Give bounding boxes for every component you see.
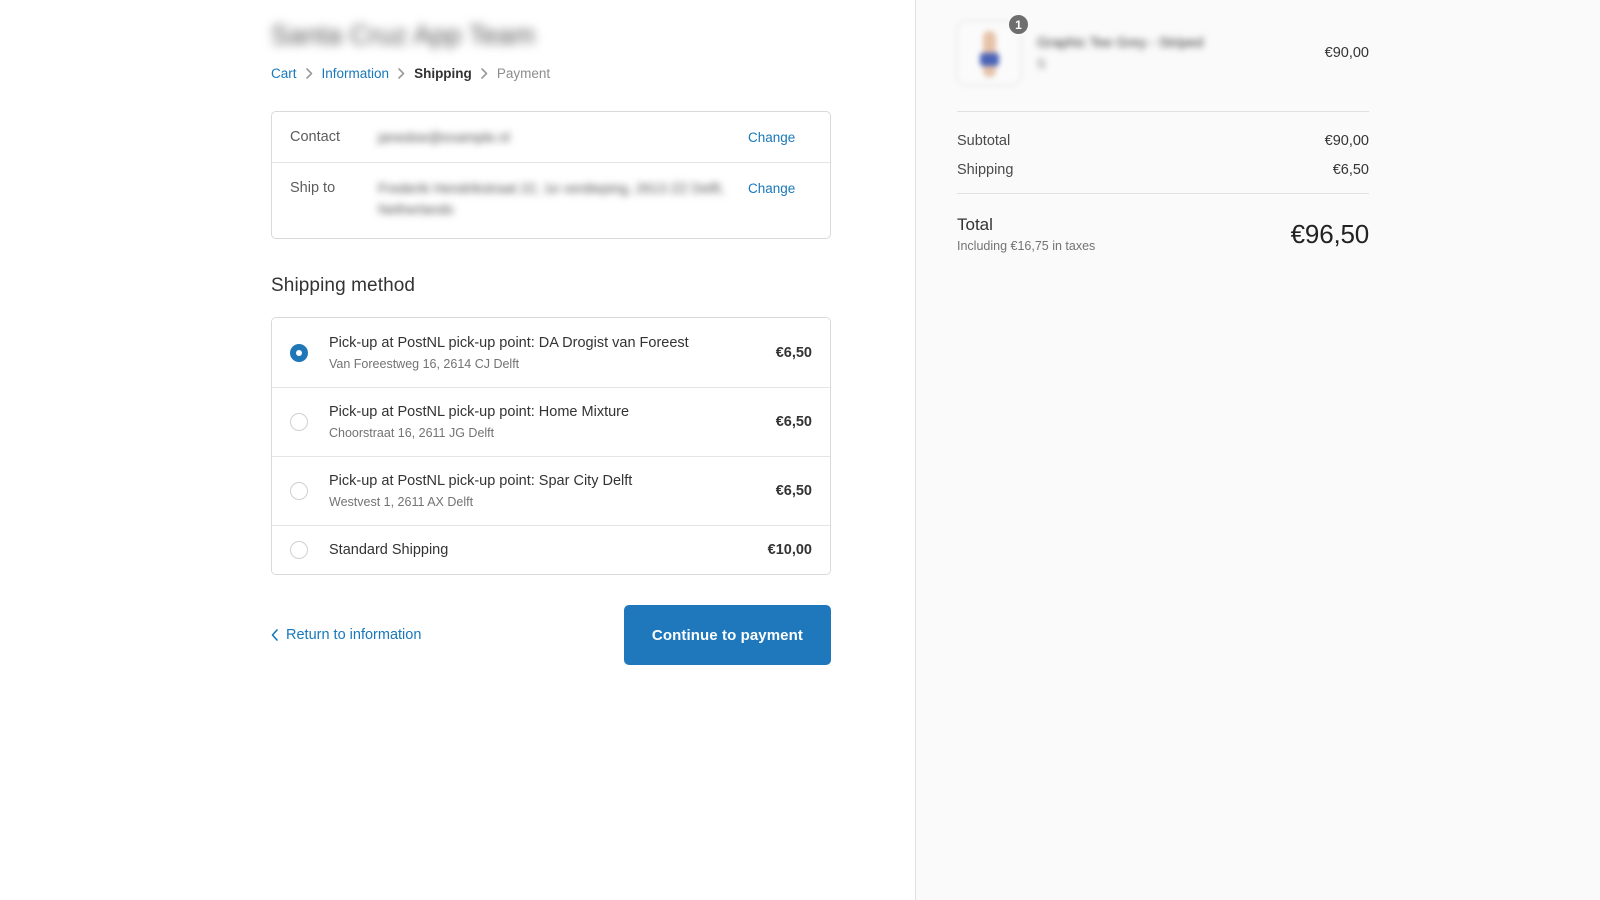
checkout-actions: Return to information Continue to paymen… <box>271 605 831 665</box>
subtotal-row: Subtotal €90,00 <box>957 133 1369 149</box>
order-summary-column: 1 Graphic Tee Grey - Striped S €90,00 Su… <box>915 0 1600 900</box>
shipping-option-name: Standard Shipping <box>329 542 449 558</box>
breadcrumb-information[interactable]: Information <box>322 66 390 81</box>
shipping-option-name: Pick-up at PostNL pick-up point: Spar Ci… <box>329 473 633 489</box>
radio-icon[interactable] <box>290 482 308 500</box>
shipping-option-name: Pick-up at PostNL pick-up point: Home Mi… <box>329 404 630 420</box>
subtotal-label: Subtotal <box>957 133 1011 149</box>
continue-to-payment-button[interactable]: Continue to payment <box>623 605 831 665</box>
product-name: Graphic Tee Grey - Striped <box>1037 34 1204 50</box>
grand-total-value: €96,50 <box>1290 219 1370 249</box>
contact-row: Contact janedoe@example.nl Change <box>272 112 830 162</box>
radio-icon[interactable] <box>290 413 308 431</box>
order-line-item: 1 Graphic Tee Grey - Striped S €90,00 <box>957 13 1369 111</box>
shipping-option-address: Westvest 1, 2611 AX Delft <box>329 495 474 509</box>
shipping-option-row[interactable]: Standard Shipping €10,00 <box>272 525 830 574</box>
order-review-box: Contact janedoe@example.nl Change Ship t… <box>271 111 831 239</box>
shipping-method-list: Pick-up at PostNL pick-up point: DA Drog… <box>271 317 831 575</box>
checkout-main-column: Santa Cruz App Team Cart Information Shi… <box>0 0 915 900</box>
chevron-left-icon <box>271 629 278 641</box>
breadcrumb: Cart Information Shipping Payment <box>271 63 831 83</box>
shipping-method-title: Shipping method <box>271 275 416 296</box>
shipping-total-row: Shipping €6,50 <box>957 162 1369 178</box>
ship-to-row: Ship to Frederik Hendrikstraat 22, 1e ve… <box>272 162 830 238</box>
subtotal-value: €90,00 <box>1324 133 1369 149</box>
grand-total-row: Total Including €16,75 in taxes €96,50 <box>957 194 1369 255</box>
shipping-option-row[interactable]: Pick-up at PostNL pick-up point: DA Drog… <box>272 318 830 387</box>
shipping-option-address: Van Foreestweg 16, 2614 CJ Delft <box>329 356 520 371</box>
ship-to-value: Frederik Hendrikstraat 22, 1e verdieping… <box>378 180 725 217</box>
breadcrumb-cart[interactable]: Cart <box>271 66 297 81</box>
shipping-total-label: Shipping <box>957 162 1014 178</box>
chevron-right-icon <box>481 67 488 79</box>
shipping-option-price: €6,50 <box>775 344 812 361</box>
grand-total-label: Total <box>957 215 993 234</box>
shipping-option-name: Pick-up at PostNL pick-up point: DA Drog… <box>329 334 689 351</box>
shipping-total-value: €6,50 <box>1332 162 1369 178</box>
ship-to-label: Ship to <box>290 180 336 196</box>
shipping-option-row[interactable]: Pick-up at PostNL pick-up point: Spar Ci… <box>272 456 830 525</box>
product-price: €90,00 <box>1324 45 1369 61</box>
product-variant: S <box>1037 57 1046 71</box>
shipping-option-address: Choorstraat 16, 2611 JG Delft <box>329 426 495 440</box>
change-contact-link[interactable]: Change <box>748 127 795 148</box>
checkout-page: Santa Cruz App Team Cart Information Shi… <box>0 0 1600 900</box>
shipping-option-price: €6,50 <box>775 414 812 430</box>
store-title: Santa Cruz App Team <box>271 20 536 50</box>
product-thumbnail-wrap: 1 <box>957 13 1030 85</box>
chevron-right-icon <box>398 67 405 79</box>
shipping-option-row[interactable]: Pick-up at PostNL pick-up point: Home Mi… <box>272 387 830 456</box>
radio-icon-selected[interactable] <box>290 343 308 362</box>
contact-value: janedoe@example.nl <box>378 129 510 145</box>
grand-total-taxes: Including €16,75 in taxes <box>957 239 1096 253</box>
breadcrumb-shipping: Shipping <box>414 65 472 81</box>
contact-label: Contact <box>290 129 340 145</box>
shipping-option-price: €10,00 <box>767 542 812 558</box>
breadcrumb-payment: Payment <box>496 65 551 81</box>
return-to-information-link[interactable]: Return to information <box>271 627 421 643</box>
return-to-information-label: Return to information <box>286 627 422 643</box>
radio-icon[interactable] <box>290 541 308 559</box>
change-address-link[interactable]: Change <box>748 178 795 199</box>
shipping-option-price: €6,50 <box>775 483 812 499</box>
summary-totals: Subtotal €90,00 Shipping €6,50 <box>957 112 1369 178</box>
quantity-badge: 1 <box>1007 13 1030 36</box>
chevron-right-icon <box>305 67 313 79</box>
